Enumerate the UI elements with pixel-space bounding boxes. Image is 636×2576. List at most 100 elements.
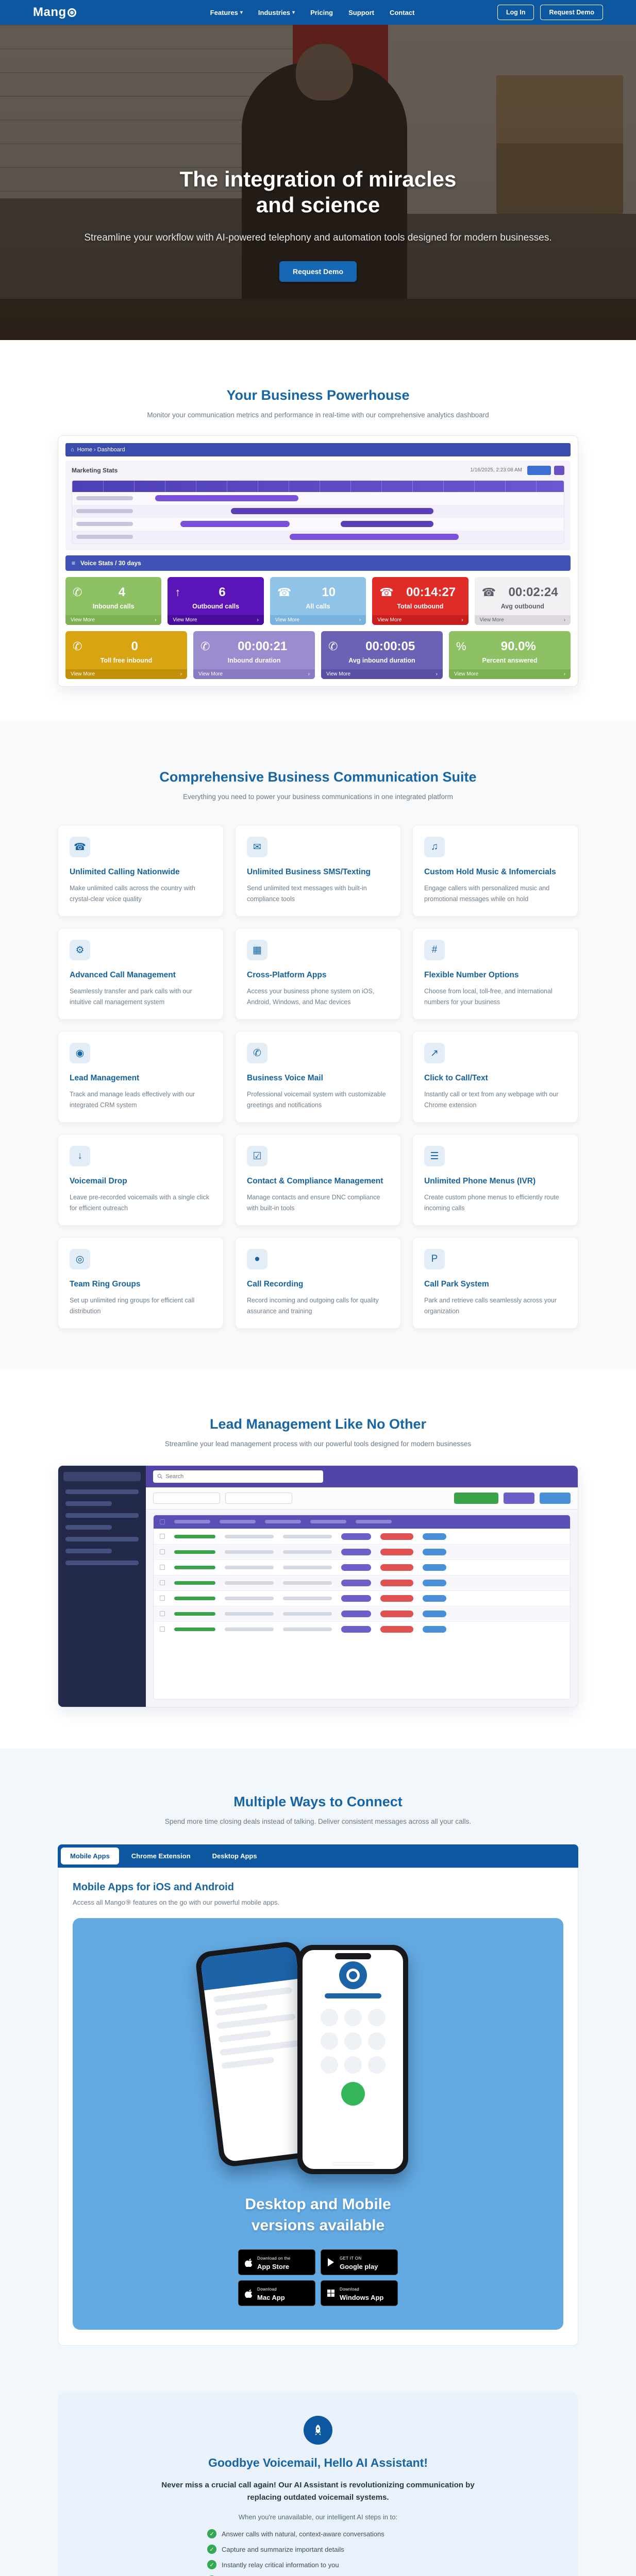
banner-text: Desktop and Mobile versions available [245, 2196, 391, 2234]
view-more-link[interactable]: View More › [449, 669, 571, 679]
lead-management-screenshot [58, 1465, 578, 1707]
select-all-checkbox[interactable] [160, 1519, 165, 1524]
chevron-right-icon: › [257, 617, 259, 623]
hero-request-demo-button[interactable]: Request Demo [279, 261, 357, 282]
date-range-label: 1/16/2025, 2:23:08 AM [470, 467, 522, 473]
ai-lead-in: When you're unavailable, our intelligent… [238, 2513, 398, 2521]
view-more-link[interactable]: View More › [372, 615, 468, 625]
nav-item-support[interactable]: Support [348, 9, 374, 16]
crm-nav-item[interactable] [65, 1501, 112, 1506]
table-row[interactable] [154, 1559, 570, 1575]
table-row[interactable] [154, 1528, 570, 1544]
nav-item-industries[interactable]: Industries ▾ [258, 9, 295, 16]
metric-label: Inbound calls [92, 602, 135, 610]
tag-chip [341, 1533, 371, 1540]
filter-dropdown[interactable] [153, 1492, 220, 1504]
crm-nav-item[interactable] [65, 1560, 139, 1565]
play-triangle-icon [326, 2258, 336, 2267]
hero-title: The integration of miracles and science [179, 167, 457, 217]
metric-card-percent-answered: % 90.0% Percent answered View More › [449, 631, 571, 679]
table-row[interactable] [154, 1605, 570, 1621]
phone-outgoing-icon: ☎ [481, 585, 496, 599]
timeline-bar [290, 534, 459, 540]
row-checkbox[interactable] [160, 1534, 165, 1539]
feature-card-sms-texting: ✉ Unlimited Business SMS/Texting Send un… [235, 825, 401, 917]
timeline-bar [155, 495, 298, 502]
new-meeting-button[interactable] [454, 1492, 498, 1504]
timeline-axis [72, 480, 564, 492]
view-more-link[interactable]: View More › [168, 615, 264, 625]
export-button[interactable] [504, 1492, 534, 1504]
phone-incoming-icon: ✆ [200, 639, 210, 653]
rocket-icon [304, 2416, 332, 2445]
view-more-link[interactable]: View More › [270, 615, 366, 625]
chevron-down-icon: ▾ [240, 9, 243, 15]
row-checkbox[interactable] [160, 1549, 165, 1555]
row-checkbox[interactable] [160, 1580, 165, 1586]
mac-app-badge[interactable]: Download Mac App [238, 2280, 315, 2307]
view-more-link[interactable]: View More › [65, 669, 187, 679]
tab-chrome-extension[interactable]: Chrome Extension [122, 1848, 200, 1865]
phone-outgoing-icon: ☎ [379, 585, 394, 599]
row-checkbox[interactable] [160, 1565, 165, 1570]
tab-mobile-apps[interactable]: Mobile Apps [61, 1848, 119, 1865]
windows-app-badge[interactable]: Download Windows App [321, 2280, 398, 2307]
feature-card-call-management: ⚙ Advanced Call Management Seamlessly tr… [58, 928, 224, 1020]
action-chip[interactable] [423, 1579, 446, 1586]
date-chip [380, 1579, 413, 1586]
action-chip[interactable] [423, 1533, 446, 1540]
login-button[interactable]: Log In [497, 5, 534, 20]
date-apply-button[interactable] [527, 465, 551, 475]
metric-value: 6 [219, 585, 226, 599]
refresh-button[interactable] [540, 1492, 571, 1504]
action-chip[interactable] [423, 1564, 446, 1571]
table-row[interactable] [154, 1544, 570, 1560]
action-chip[interactable] [423, 1595, 446, 1602]
action-chip[interactable] [423, 1548, 446, 1555]
metric-card-toll-free-inbound: ✆ 0 Toll free inbound View More › [65, 631, 187, 679]
chevron-right-icon: › [308, 671, 310, 677]
devices-icon: ▦ [247, 940, 267, 961]
timeline-row-label [76, 509, 133, 514]
row-checkbox[interactable] [160, 1596, 165, 1601]
metric-label: Avg outbound [500, 602, 544, 610]
timeline-bar [230, 508, 433, 515]
logo[interactable]: Mang [33, 5, 76, 20]
crm-nav-item[interactable] [65, 1513, 139, 1518]
nav-item-contact[interactable]: Contact [390, 9, 414, 16]
table-row[interactable] [154, 1621, 570, 1637]
action-chip[interactable] [423, 1625, 446, 1633]
filter-dropdown[interactable] [225, 1492, 292, 1504]
request-demo-button[interactable]: Request Demo [540, 5, 603, 20]
nav-item-features[interactable]: Features ▾ [210, 9, 243, 16]
feature-card-unlimited-calling: ☎ Unlimited Calling Nationwide Make unli… [58, 825, 224, 917]
row-checkbox[interactable] [160, 1626, 165, 1632]
breadcrumb[interactable]: Home › Dashboard [77, 447, 125, 453]
action-chip[interactable] [423, 1610, 446, 1617]
timeline-bar [180, 521, 290, 528]
view-more-link[interactable]: View More › [65, 615, 162, 625]
google-play-badge[interactable]: GET IT ON Google play [321, 2249, 398, 2276]
search-input[interactable] [165, 1473, 319, 1480]
metric-card-total-outbound: ☎ 00:14:27 Total outbound View More › [372, 577, 468, 625]
nav-item-pricing[interactable]: Pricing [310, 9, 333, 16]
table-row[interactable] [154, 1574, 570, 1590]
view-more-link[interactable]: View More › [474, 615, 571, 625]
row-checkbox[interactable] [160, 1611, 165, 1617]
crm-nav-item[interactable] [65, 1489, 139, 1494]
app-store-badge[interactable]: Download on the App Store [238, 2249, 315, 2276]
crm-nav-item[interactable] [65, 1548, 112, 1553]
view-more-link[interactable]: View More › [321, 669, 443, 679]
settings-button[interactable] [554, 465, 564, 475]
feature-card-voicemail: ✆ Business Voice Mail Professional voice… [235, 1031, 401, 1123]
ai-assistant-section: Goodbye Voicemail, Hello AI Assistant! N… [0, 2392, 636, 2576]
voice-stats-label: Voice Stats / 30 days [80, 559, 141, 567]
table-row[interactable] [154, 1590, 570, 1606]
crm-nav-item[interactable] [65, 1524, 112, 1530]
crm-search[interactable] [153, 1470, 323, 1483]
tab-desktop-apps[interactable]: Desktop Apps [203, 1848, 266, 1865]
menu-icon[interactable]: ≡ [72, 560, 75, 567]
view-more-link[interactable]: View More › [193, 669, 315, 679]
checklist-item: ✓ Instantly relay critical information t… [207, 2560, 429, 2570]
crm-nav-item[interactable] [65, 1536, 139, 1541]
